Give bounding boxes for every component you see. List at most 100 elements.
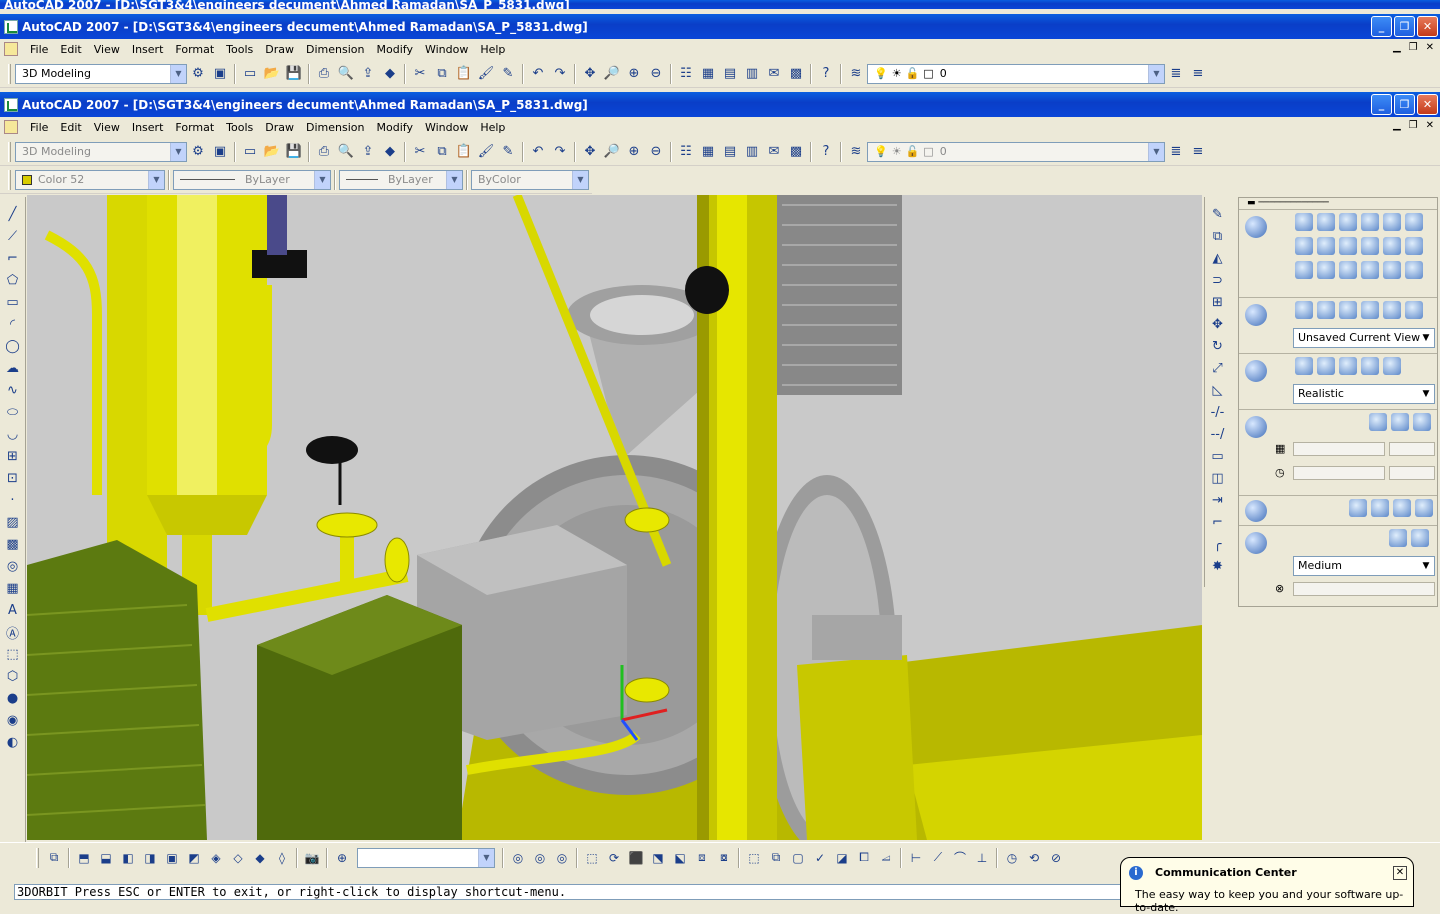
block-editor-icon[interactable]: ✎ — [497, 141, 519, 163]
rotate-icon[interactable]: ↻ — [1207, 335, 1229, 357]
restore-button[interactable]: ❐ — [1394, 94, 1415, 115]
autocad-app-icon[interactable] — [4, 20, 18, 34]
ucs-icon[interactable]: ⊕ — [331, 847, 353, 869]
circle-icon[interactable]: ◯ — [2, 335, 24, 357]
block-editor-icon[interactable]: ✎ — [497, 63, 519, 85]
cut-icon[interactable]: ✂ — [409, 63, 431, 85]
render-environment-icon[interactable] — [1411, 529, 1429, 547]
calendar-icon[interactable]: ▦ — [1275, 442, 1285, 455]
menu-format[interactable]: Format — [169, 121, 220, 134]
lineweight-select[interactable]: ByLayer ▼ — [339, 169, 463, 190]
visual-style-select[interactable]: Realistic ▼ — [1293, 384, 1435, 404]
sheet-set-icon[interactable]: ▥ — [741, 63, 763, 85]
materials-on-off-icon[interactable] — [1415, 499, 1433, 517]
offset-icon[interactable]: ⊃ — [1207, 269, 1229, 291]
doc-close-button[interactable]: ✕ — [1426, 42, 1434, 53]
light-list-icon[interactable] — [1413, 413, 1431, 431]
materials-window-icon[interactable] — [1349, 499, 1367, 517]
3d-dwf-icon[interactable]: ◆ — [379, 141, 401, 163]
open-icon[interactable]: 📂 — [261, 141, 283, 163]
join-icon[interactable]: ⇥ — [1207, 489, 1229, 511]
layer-manager-icon[interactable]: ≋ — [845, 63, 867, 85]
chevron-down-icon[interactable]: ▼ — [572, 170, 588, 189]
chevron-down-icon[interactable]: ▼ — [446, 170, 462, 189]
doc-minimize-button[interactable]: ▁ — [1393, 42, 1401, 53]
view-manager-icon[interactable]: ⧉ — [43, 847, 65, 869]
rectangle-icon[interactable]: ▭ — [2, 291, 24, 313]
time-field[interactable] — [1389, 466, 1435, 480]
fillet-icon[interactable]: ╭ — [1207, 533, 1229, 555]
mtext-icon[interactable]: A — [2, 599, 24, 621]
menu-dimension[interactable]: Dimension — [300, 121, 370, 134]
point-icon[interactable]: · — [2, 489, 24, 511]
view-select[interactable]: Unsaved Current View ▼ — [1293, 328, 1435, 348]
help-icon[interactable]: ? — [815, 63, 837, 85]
calculator-icon[interactable]: ▩ — [785, 63, 807, 85]
menu-insert[interactable]: Insert — [126, 121, 170, 134]
explode-icon[interactable]: ✸ — [1207, 555, 1229, 577]
menu-edit[interactable]: Edit — [54, 43, 87, 56]
erase-icon[interactable]: ✎ — [1207, 203, 1229, 225]
menu-modify[interactable]: Modify — [371, 121, 419, 134]
loft-icon[interactable] — [1383, 237, 1401, 255]
imprint-icon[interactable]: ⬚ — [743, 847, 765, 869]
workspace-save-icon[interactable]: ▣ — [209, 63, 231, 85]
chevron-down-icon[interactable]: ▼ — [1419, 386, 1433, 402]
move-icon[interactable]: ✥ — [1207, 313, 1229, 335]
design-center-icon[interactable]: ▦ — [697, 63, 719, 85]
region-icon[interactable]: ◎ — [2, 555, 24, 577]
close-balloon-button[interactable]: ✕ — [1393, 866, 1407, 880]
copy-faces-icon[interactable]: ⧠ — [853, 847, 875, 869]
3d-align-icon[interactable] — [1405, 261, 1423, 279]
move-faces-icon[interactable]: ⬕ — [669, 847, 691, 869]
shell-icon[interactable]: ▢ — [787, 847, 809, 869]
minimize-button[interactable]: _ — [1371, 94, 1392, 115]
clock-icon[interactable]: ◷ — [1275, 466, 1285, 479]
save-icon[interactable]: 💾 — [283, 63, 305, 85]
box-icon[interactable]: ⬚ — [2, 643, 24, 665]
radius-icon[interactable]: ◷ — [1001, 847, 1023, 869]
tool-palettes-icon[interactable]: ▤ — [719, 63, 741, 85]
zoom-realtime-icon[interactable]: 🔎 — [601, 141, 623, 163]
bottom-view-icon[interactable]: ⬓ — [95, 847, 117, 869]
render-quality-select[interactable]: Medium ▼ — [1293, 556, 1435, 576]
cylinder-icon[interactable] — [1405, 213, 1423, 231]
pan-icon[interactable]: ✥ — [579, 63, 601, 85]
menu-tools[interactable]: Tools — [220, 121, 259, 134]
orbit-icon[interactable] — [1295, 301, 1313, 319]
back-view-icon[interactable]: ◩ — [183, 847, 205, 869]
layer-previous-icon[interactable]: ≡ — [1187, 63, 1209, 85]
ellipse-arc-icon[interactable]: ◡ — [2, 423, 24, 445]
copy-edges-icon[interactable]: ⧡ — [875, 847, 897, 869]
sheet-set-icon[interactable]: ▥ — [741, 141, 763, 163]
menu-window[interactable]: Window — [419, 121, 474, 134]
sphere-icon[interactable] — [1383, 213, 1401, 231]
box-icon[interactable] — [1317, 213, 1335, 231]
construction-line-icon[interactable]: ⟋ — [2, 225, 24, 247]
se-iso-icon[interactable]: ◇ — [227, 847, 249, 869]
subtract-icon[interactable] — [1339, 261, 1357, 279]
extrude-icon[interactable] — [1295, 237, 1313, 255]
fly-icon[interactable] — [1405, 301, 1423, 319]
materials-icon[interactable] — [1245, 500, 1267, 522]
extrude-faces-icon[interactable]: ⬔ — [647, 847, 669, 869]
arc-length-icon[interactable]: ⌒ — [949, 847, 971, 869]
camera-icon[interactable]: 📷 — [301, 847, 323, 869]
close-button[interactable]: ✕ — [1417, 16, 1438, 37]
camera-icon[interactable] — [1361, 301, 1379, 319]
workspace-save-icon[interactable]: ▣ — [209, 141, 231, 163]
3d-make-icon[interactable] — [1245, 216, 1267, 238]
subtract-icon[interactable]: ◎ — [529, 847, 551, 869]
match-properties-icon[interactable]: 🖌 — [475, 141, 497, 163]
separate-icon[interactable]: ⧉ — [765, 847, 787, 869]
make-layer-current-icon[interactable]: ≣ — [1165, 63, 1187, 85]
extend-icon[interactable]: --/ — [1207, 423, 1229, 445]
menu-view[interactable]: View — [88, 121, 126, 134]
3d-dwf-icon[interactable]: ◆ — [379, 63, 401, 85]
3d-rotate-icon[interactable] — [1383, 261, 1401, 279]
offset-faces-icon[interactable]: ⧈ — [691, 847, 713, 869]
command-line[interactable]: 3DORBIT Press ESC or ENTER to exit, or r… — [14, 884, 1124, 900]
chevron-down-icon[interactable]: ▼ — [170, 142, 186, 161]
diameter-icon[interactable]: ⊘ — [1045, 847, 1067, 869]
zoom-window-icon[interactable]: ⊕ — [623, 63, 645, 85]
